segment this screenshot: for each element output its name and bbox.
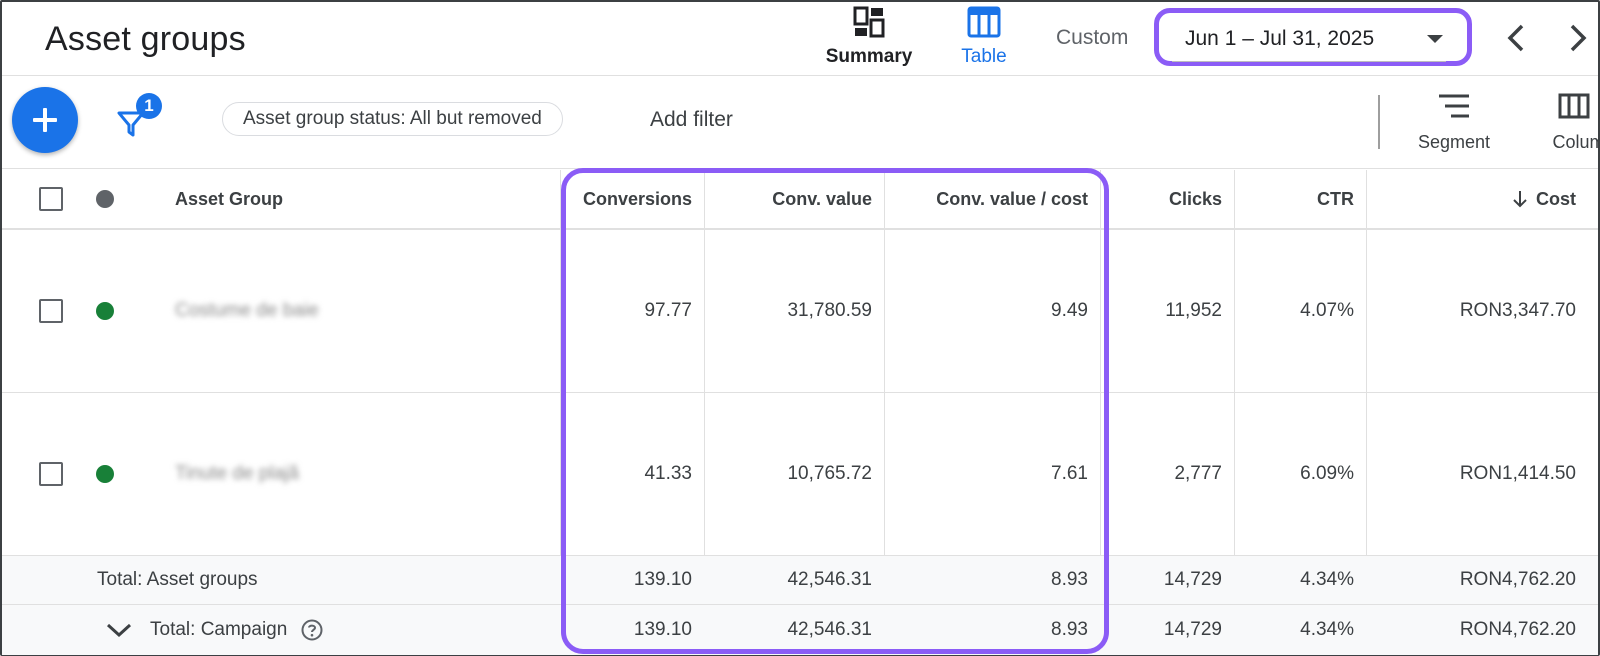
table-header-row: Asset Group Conversions Conv. value Conv… (2, 170, 1598, 230)
total-clicks: 14,729 (1163, 619, 1222, 640)
status-column-icon[interactable] (96, 190, 114, 208)
date-range-picker[interactable]: Jun 1 – Jul 31, 2025 (1154, 8, 1472, 66)
columns-icon (1558, 93, 1590, 119)
total-row-asset-groups: Total: Asset groups 139.10 42,546.31 8.9… (2, 556, 1598, 605)
conversions-value: 97.77 (644, 300, 692, 321)
ctr-value: 6.09% (1300, 463, 1354, 484)
chevron-left-icon[interactable] (1502, 20, 1532, 56)
select-all-checkbox[interactable] (39, 187, 63, 211)
status-enabled-dot[interactable] (96, 302, 114, 320)
total-conv-value-cost: 8.93 (1051, 619, 1088, 640)
date-range-value: Jun 1 – Jul 31, 2025 (1185, 27, 1375, 50)
segment-label: Segment (1417, 132, 1491, 152)
conv-value-cost-value: 9.49 (1051, 300, 1088, 321)
row-checkbox[interactable] (39, 462, 63, 486)
total-conv-value-cost: 8.93 (1051, 569, 1088, 590)
chevron-right-icon[interactable] (1562, 20, 1592, 56)
total-clicks: 14,729 (1163, 569, 1222, 590)
segment-button[interactable]: Segment (1406, 93, 1502, 153)
add-asset-group-button[interactable] (12, 87, 78, 153)
summary-view-label: Summary (825, 46, 913, 67)
column-header-ctr[interactable]: CTR (1234, 170, 1366, 228)
column-header-conv-value-cost[interactable]: Conv. value / cost (884, 170, 1100, 228)
total-cost: RON4,762.20 (1459, 569, 1576, 590)
columns-label: Columns (1552, 132, 1600, 152)
total-row-campaign: Total: Campaign 139.10 42,546.31 8.93 14… (2, 605, 1598, 655)
conv-value-cost-value: 7.61 (1051, 463, 1088, 484)
row-checkbox[interactable] (39, 299, 63, 323)
help-icon[interactable] (301, 619, 323, 641)
summary-view-button[interactable]: Summary (819, 6, 919, 68)
column-header-asset-group[interactable]: Asset Group (175, 170, 555, 228)
conv-value-value: 31,780.59 (787, 300, 872, 321)
column-header-conversions[interactable]: Conversions (560, 170, 704, 228)
total-ctr: 4.34% (1300, 619, 1354, 640)
column-header-cost[interactable]: Cost (1366, 170, 1598, 228)
conversions-value: 41.33 (644, 463, 692, 484)
table-icon (967, 6, 1001, 38)
total-conv-value: 42,546.31 (787, 569, 872, 590)
conv-value-value: 10,765.72 (787, 463, 872, 484)
asset-group-name-link[interactable]: Tinute de plajă (175, 463, 299, 485)
asset-group-name-link[interactable]: Costume de baie (175, 300, 319, 322)
clicks-value: 11,952 (1165, 300, 1222, 321)
status-enabled-dot[interactable] (96, 465, 114, 483)
table-row: Costume de baie 97.77 31,780.59 9.49 11,… (2, 230, 1598, 393)
page-header: Asset groups Summary Table Custom Jun 1 … (2, 2, 1598, 76)
chevron-down-icon[interactable] (104, 620, 134, 640)
summary-dashboard-icon (853, 6, 885, 38)
total-label: Total: Campaign (150, 619, 288, 640)
filter-button[interactable]: 1 (114, 93, 164, 143)
total-ctr: 4.34% (1300, 569, 1354, 590)
columns-button[interactable]: Columns (1528, 93, 1600, 153)
total-conversions: 139.10 (633, 569, 692, 590)
add-filter-button[interactable]: Add filter (650, 108, 733, 132)
toolbar-divider (1378, 95, 1380, 149)
sort-descending-icon (1513, 191, 1527, 208)
clicks-value: 2,777 (1174, 463, 1222, 484)
total-label: Total: Asset groups (97, 569, 258, 590)
filter-count-badge: 1 (136, 93, 162, 119)
segment-icon (1439, 94, 1469, 118)
table-view-button[interactable]: Table (934, 6, 1034, 68)
date-range-type: Custom (1056, 26, 1129, 49)
dropdown-caret-icon (1427, 35, 1443, 43)
cost-value: RON1,414.50 (1459, 463, 1576, 484)
column-header-cost-label: Cost (1536, 188, 1576, 209)
ctr-value: 4.07% (1300, 300, 1354, 321)
page-title: Asset groups (45, 20, 246, 58)
date-picker-underline (1172, 61, 1446, 62)
status-filter-chip[interactable]: Asset group status: All but removed (222, 102, 563, 136)
table-row: Tinute de plajă 41.33 10,765.72 7.61 2,7… (2, 393, 1598, 556)
column-header-clicks[interactable]: Clicks (1100, 170, 1234, 228)
total-cost: RON4,762.20 (1459, 619, 1576, 640)
total-conv-value: 42,546.31 (787, 619, 872, 640)
cost-value: RON3,347.70 (1459, 300, 1576, 321)
filter-toolbar: 1 Asset group status: All but removed Ad… (2, 77, 1600, 169)
table-view-label: Table (961, 46, 1007, 67)
column-header-conv-value[interactable]: Conv. value (704, 170, 884, 228)
total-conversions: 139.10 (633, 619, 692, 640)
